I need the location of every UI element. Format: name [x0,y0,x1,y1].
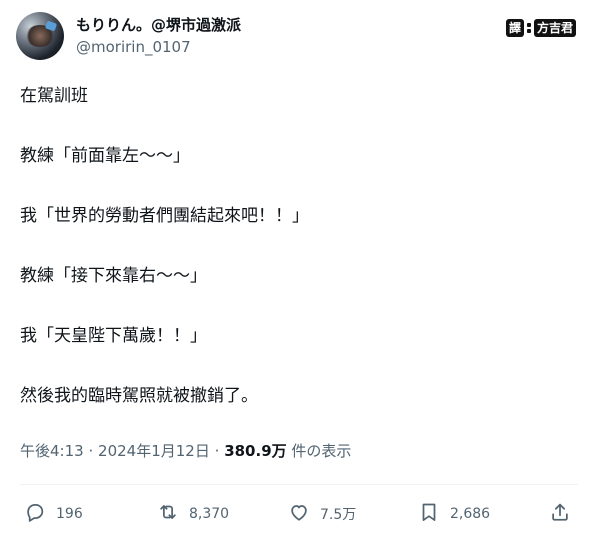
action-bar: 196 8,370 7.5万 2,686 [20,497,580,531]
bookmark-icon [418,501,440,527]
view-label: 件の表示 [291,442,352,460]
display-name[interactable]: もりりん。@堺市過激派 [76,15,241,35]
avatar[interactable] [16,12,64,60]
tweet-meta: 午後4:13 · 2024年1月12日 · 380.9万 件の表示 [20,441,351,461]
tweet-card: もりりん。@堺市過激派 @moririn_0107 譯 方吉君 在駕訓班 教練「… [0,0,598,543]
share-icon [549,501,571,527]
tweet-line: 我「天皇陛下萬歲！！」 [20,326,207,346]
tweet-line: 我「世界的勞動者們團結起來吧！！」 [20,206,309,226]
tweet-header: もりりん。@堺市過激派 @moririn_0107 [16,12,241,60]
tweet-line: 教練「前面靠左〜〜」 [20,146,190,166]
user-handle[interactable]: @moririn_0107 [76,37,241,57]
heart-icon [288,501,310,527]
like-button[interactable]: 7.5万 [288,497,356,531]
tweet-time[interactable]: 午後4:13 [20,442,84,460]
meta-separator: · [214,442,220,460]
tweet-text: 在駕訓班 教練「前面靠左〜〜」 我「世界的勞動者們團結起來吧！！」 教練「接下來… [20,86,580,406]
retweet-button[interactable]: 8,370 [157,497,229,531]
divider [20,484,578,485]
like-count: 7.5万 [320,507,357,523]
bookmark-count: 2,686 [450,506,491,522]
translate-badge-left: 譯 [505,19,524,37]
author-info: もりりん。@堺市過激派 @moririn_0107 [76,15,241,57]
share-button[interactable] [549,497,571,531]
badge-separator [526,22,532,34]
view-count: 380.9万 [224,442,287,460]
tweet-date[interactable]: 2024年1月12日 [98,442,210,460]
tweet-line: 在駕訓班 [20,86,88,106]
translator-watermark: 譯 方吉君 [505,19,576,37]
meta-separator: · [88,442,94,460]
bookmark-button[interactable]: 2,686 [418,497,490,531]
reply-count: 196 [56,506,83,522]
retweet-count: 8,370 [189,506,230,522]
tweet-line: 教練「接下來靠右〜〜」 [20,266,207,286]
reply-button[interactable]: 196 [24,497,83,531]
retweet-icon [157,501,179,527]
reply-icon [24,501,46,527]
tweet-line: 然後我的臨時駕照就被撤銷了。 [20,386,258,406]
translate-badge-right: 方吉君 [533,19,576,37]
